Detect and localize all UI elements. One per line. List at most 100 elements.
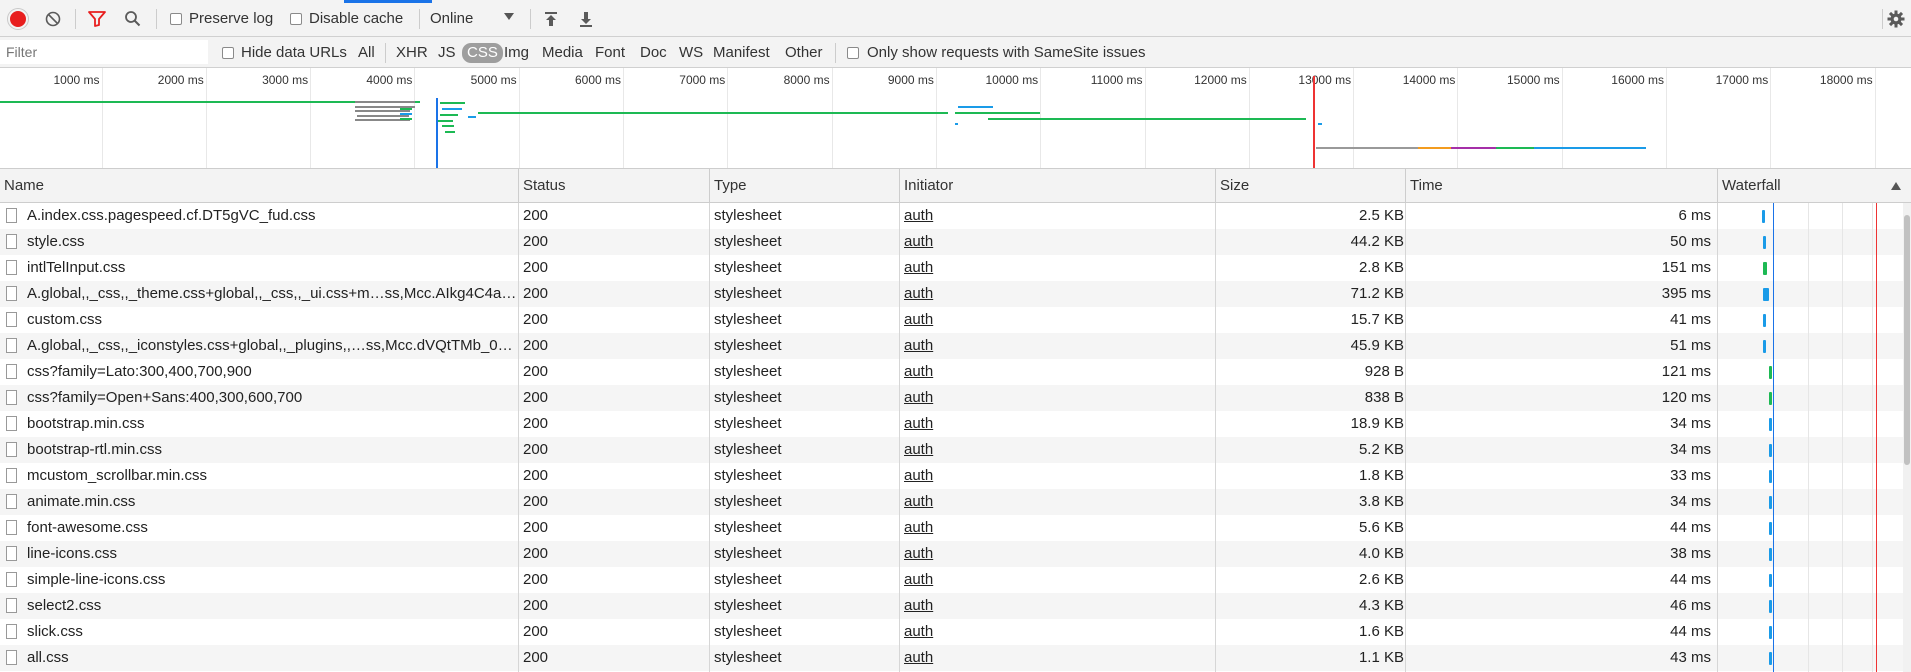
clear-button[interactable] [45,0,61,37]
request-name-cell[interactable]: A.global,,_css,,_theme.css+global,,_css,… [0,281,518,307]
checkbox-box[interactable] [222,46,234,59]
vertical-scrollbar-thumb[interactable] [1904,215,1910,465]
request-initiator-link[interactable]: auth [904,385,1204,411]
column-header-size[interactable]: Size [1216,169,1406,202]
table-row[interactable]: font-awesome.css 200 stylesheet auth 5.6 KB 4… [0,515,1903,541]
request-initiator-link[interactable]: auth [904,281,1204,307]
filter-input[interactable] [0,40,208,64]
waterfall-bar[interactable] [1769,652,1772,665]
request-initiator-link[interactable]: auth [904,307,1204,333]
filter-type-manifest[interactable]: Manifest [710,43,773,63]
request-initiator-link[interactable]: auth [904,203,1204,229]
request-name-cell[interactable]: intlTelInput.css [0,255,518,281]
request-name-cell[interactable]: style.css [0,229,518,255]
table-row[interactable]: intlTelInput.css 200 stylesheet auth 2.8 KB 1… [0,255,1903,281]
request-initiator-link[interactable]: auth [904,229,1204,255]
table-row[interactable]: line-icons.css 200 stylesheet auth 4.0 KB 38 … [0,541,1903,567]
table-row[interactable]: style.css 200 stylesheet auth 44.2 KB 50 ms [0,229,1903,255]
checkbox-box[interactable] [170,12,182,25]
network-settings-button[interactable] [1887,0,1905,37]
column-header-name[interactable]: Name [0,169,519,202]
filter-type-js[interactable]: JS [435,43,459,63]
table-row[interactable]: simple-line-icons.css 200 stylesheet auth 2.… [0,567,1903,593]
table-row[interactable]: A.global,,_css,,_iconstyles.css+global,,… [0,333,1903,359]
table-row[interactable]: custom.css 200 stylesheet auth 15.7 KB 41 ms [0,307,1903,333]
request-initiator-link[interactable]: auth [904,515,1204,541]
waterfall-bar[interactable] [1769,522,1772,535]
request-name-cell[interactable]: css?family=Lato:300,400,700,900 [0,359,518,385]
request-name-cell[interactable]: line-icons.css [0,541,518,567]
request-name-cell[interactable]: custom.css [0,307,518,333]
filter-type-ws[interactable]: WS [676,43,706,63]
waterfall-bar[interactable] [1769,574,1772,587]
waterfall-bar[interactable] [1769,470,1772,483]
checkbox-box[interactable] [847,46,859,59]
filter-type-xhr[interactable]: XHR [393,43,431,63]
waterfall-bar[interactable] [1769,626,1772,639]
request-name-cell[interactable]: all.css [0,645,518,671]
filter-type-img[interactable]: Img [501,43,532,63]
request-initiator-link[interactable]: auth [904,619,1204,645]
waterfall-bar[interactable] [1762,210,1765,223]
export-har-button[interactable] [578,0,594,37]
disable-cache-checkbox[interactable]: Disable cache [290,0,403,37]
table-row[interactable]: mcustom_scrollbar.min.css 200 stylesheet au… [0,463,1903,489]
throttling-select[interactable]: Online [430,0,518,37]
filter-type-media[interactable]: Media [539,43,586,63]
request-initiator-link[interactable]: auth [904,593,1204,619]
request-initiator-link[interactable]: auth [904,463,1204,489]
request-initiator-link[interactable]: auth [904,255,1204,281]
filter-type-font[interactable]: Font [592,43,628,63]
request-initiator-link[interactable]: auth [904,359,1204,385]
request-name-cell[interactable]: slick.css [0,619,518,645]
column-header-time[interactable]: Time [1406,169,1718,202]
table-row[interactable]: css?family=Lato:300,400,700,900 200 styles… [0,359,1903,385]
waterfall-bar[interactable] [1763,236,1766,249]
waterfall-bar[interactable] [1763,314,1766,327]
column-header-type[interactable]: Type [710,169,900,202]
request-name-cell[interactable]: font-awesome.css [0,515,518,541]
column-header-initiator[interactable]: Initiator [900,169,1216,202]
request-name-cell[interactable]: css?family=Open+Sans:400,300,600,700 [0,385,518,411]
timeline-overview[interactable]: 1000 ms 2000 ms 3000 ms 4000 ms 5000 ms 6000 … [0,68,1911,169]
table-row[interactable]: bootstrap-rtl.min.css 200 stylesheet auth 5.… [0,437,1903,463]
checkbox-box[interactable] [290,12,302,25]
waterfall-bar[interactable] [1769,366,1772,379]
request-name-cell[interactable]: A.global,,_css,,_iconstyles.css+global,,… [0,333,518,359]
request-name-cell[interactable]: animate.min.css [0,489,518,515]
waterfall-bar[interactable] [1763,262,1767,275]
request-name-cell[interactable]: mcustom_scrollbar.min.css [0,463,518,489]
request-name-cell[interactable]: bootstrap.min.css [0,411,518,437]
request-name-cell[interactable]: simple-line-icons.css [0,567,518,593]
record-button[interactable] [8,0,28,37]
request-initiator-link[interactable]: auth [904,411,1204,437]
table-row[interactable]: A.global,,_css,,_theme.css+global,,_css,… [0,281,1903,307]
waterfall-bar[interactable] [1769,444,1772,457]
waterfall-bar[interactable] [1769,600,1772,613]
import-har-button[interactable] [543,0,559,37]
table-row[interactable]: css?family=Open+Sans:400,300,600,700 200 s… [0,385,1903,411]
waterfall-bar[interactable] [1763,340,1766,353]
request-name-cell[interactable]: bootstrap-rtl.min.css [0,437,518,463]
filter-type-doc[interactable]: Doc [637,43,670,63]
filter-toggle-button[interactable] [88,0,106,37]
filter-type-other[interactable]: Other [782,43,826,63]
request-initiator-link[interactable]: auth [904,567,1204,593]
request-initiator-link[interactable]: auth [904,437,1204,463]
hide-data-urls-checkbox[interactable]: Hide data URLs [222,34,347,71]
table-row[interactable]: A.index.css.pagespeed.cf.DT5gVC_fud.css 2… [0,203,1903,229]
waterfall-bar[interactable] [1769,418,1772,431]
preserve-log-checkbox[interactable]: Preserve log [170,0,273,37]
request-name-cell[interactable]: A.index.css.pagespeed.cf.DT5gVC_fud.css [0,203,518,229]
table-row[interactable]: animate.min.css 200 stylesheet auth 3.8 KB 34… [0,489,1903,515]
request-initiator-link[interactable]: auth [904,489,1204,515]
column-header-waterfall[interactable]: Waterfall [1718,169,1911,202]
waterfall-bar[interactable] [1769,548,1772,561]
request-name-cell[interactable]: select2.css [0,593,518,619]
waterfall-bar[interactable] [1769,392,1772,405]
table-row[interactable]: bootstrap.min.css 200 stylesheet auth 18.9 K… [0,411,1903,437]
request-initiator-link[interactable]: auth [904,541,1204,567]
table-row[interactable]: slick.css 200 stylesheet auth 1.6 KB 44 ms [0,619,1903,645]
request-initiator-link[interactable]: auth [904,645,1204,671]
column-header-status[interactable]: Status [519,169,710,202]
